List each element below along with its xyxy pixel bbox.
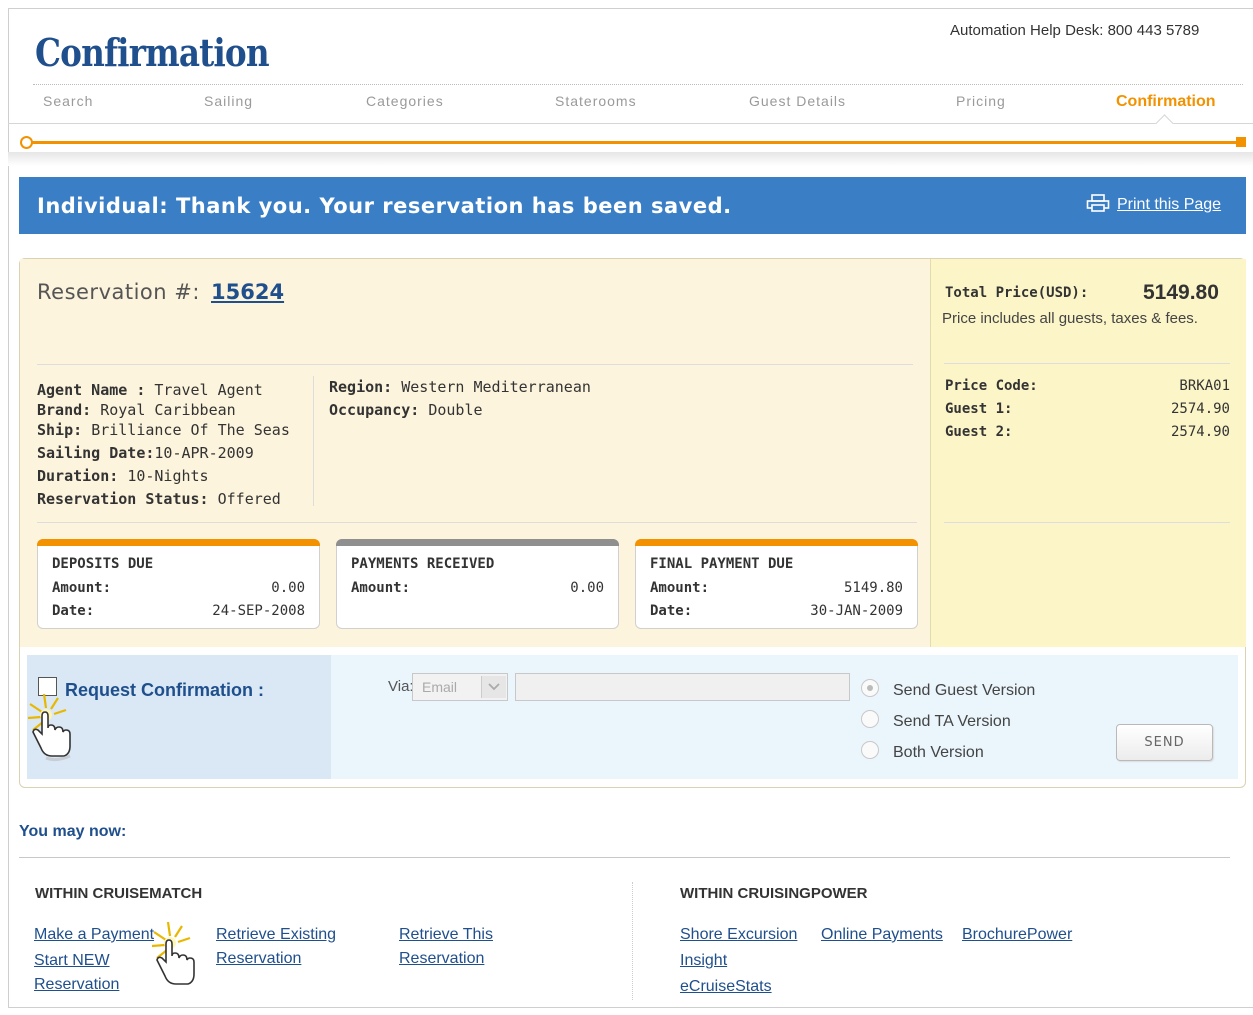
detail-region: Region: Western Mediterranean <box>329 378 591 396</box>
reservation-label: Reservation #: <box>37 280 200 304</box>
details-bottom-divider <box>37 522 917 523</box>
deposit-date-row: Date: 24-SEP-2008 <box>52 603 305 619</box>
detail-brand: Brand: Royal Caribbean <box>37 401 236 419</box>
via-label: Via: <box>388 678 414 695</box>
deposit-amount-row: Amount: 0.00 <box>52 580 305 596</box>
price-divider <box>944 363 1230 364</box>
payments-received-card: PAYMENTS RECEIVED Amount: 0.00 <box>336 539 619 629</box>
start-new-reservation-link[interactable]: Start NEW Reservation <box>34 949 134 997</box>
header-divider <box>33 84 1243 85</box>
progress-start-marker <box>20 136 33 149</box>
reservation-divider <box>37 364 913 365</box>
guest-1-price-row: Guest 1: 2574.90 <box>945 401 1230 417</box>
retrieve-this-reservation-link[interactable]: Retrieve This Reservation <box>399 923 509 971</box>
reservation-number-link[interactable]: 15624 <box>211 280 284 304</box>
detail-agent-name: Agent Name : Travel Agent <box>37 381 263 399</box>
detail-sailing-date: Sailing Date:10-APR-2009 <box>37 444 254 462</box>
sections-divider <box>632 882 633 1000</box>
make-payment-link[interactable]: Make a Payment <box>34 923 154 947</box>
step-staterooms[interactable]: Staterooms <box>555 93 637 109</box>
total-price-value: 5149.80 <box>1143 281 1219 304</box>
final-payment-due-card: FINAL PAYMENT DUE Amount: 5149.80 Date: 30… <box>635 539 918 629</box>
step-guest-details[interactable]: Guest Details <box>749 93 846 109</box>
radio-send-guest-version[interactable] <box>861 679 879 697</box>
card-title: FINAL PAYMENT DUE <box>650 556 794 572</box>
chevron-down-icon[interactable] <box>481 676 506 698</box>
shore-excursion-link[interactable]: Shore Excursion <box>680 923 797 947</box>
step-sailing[interactable]: Sailing <box>204 93 253 109</box>
banner-message: Individual: Thank you. Your reservation … <box>37 194 732 218</box>
card-title: DEPOSITS DUE <box>52 556 154 572</box>
brochurepower-link[interactable]: BrochurePower <box>962 923 1072 947</box>
online-payments-link[interactable]: Online Payments <box>821 923 943 947</box>
price-code-row: Price Code: BRKA01 <box>945 378 1230 394</box>
radio-label-guest-version[interactable]: Send Guest Version <box>893 682 1035 700</box>
card-accent-bar <box>635 539 918 546</box>
step-categories[interactable]: Categories <box>366 93 444 109</box>
radio-send-ta-version[interactable] <box>861 710 879 728</box>
progress-end-marker <box>1236 137 1246 147</box>
send-button[interactable]: SEND <box>1116 724 1213 761</box>
you-may-now-divider <box>19 857 1230 858</box>
card-accent-bar <box>37 539 320 546</box>
guest-2-price-row: Guest 2: 2574.90 <box>945 424 1230 440</box>
email-input[interactable] <box>515 673 850 701</box>
nav-separator <box>8 123 1253 124</box>
step-confirmation: Confirmation <box>1116 93 1216 110</box>
detail-ship: Ship: Brilliance Of The Seas <box>37 421 290 439</box>
print-page-link[interactable]: Print this Page <box>1117 196 1221 214</box>
pointer-hand-icon <box>26 690 86 762</box>
detail-duration: Duration: 10-Nights <box>37 467 209 485</box>
page-title: Confirmation <box>35 30 270 75</box>
within-cruisematch-title: WITHIN CRUISEMATCH <box>35 885 203 902</box>
step-search[interactable]: Search <box>43 93 93 109</box>
final-amount-row: Amount: 5149.80 <box>650 580 903 596</box>
radio-label-both-version[interactable]: Both Version <box>893 744 984 762</box>
total-price-label: Total Price(USD): <box>945 285 1089 301</box>
printer-icon[interactable] <box>1086 194 1110 217</box>
pointer-hand-icon <box>150 918 210 988</box>
via-select-value: Email <box>422 679 458 695</box>
retrieve-existing-reservation-link[interactable]: Retrieve Existing Reservation <box>216 923 356 971</box>
help-desk-phone: Automation Help Desk: 800 443 5789 <box>950 22 1200 39</box>
insight-link[interactable]: Insight <box>680 949 727 973</box>
step-pricing[interactable]: Pricing <box>956 93 1006 109</box>
deposits-due-card: DEPOSITS DUE Amount: 0.00 Date: 24-SEP-200… <box>37 539 320 629</box>
card-accent-bar <box>336 539 619 546</box>
radio-both-version[interactable] <box>861 741 879 759</box>
request-confirmation-label[interactable]: Request Confirmation : <box>65 680 264 701</box>
details-column-divider <box>313 376 314 506</box>
price-note: Price includes all guests, taxes & fees. <box>942 310 1198 327</box>
card-title: PAYMENTS RECEIVED <box>351 556 495 572</box>
within-cruisingpower-title: WITHIN CRUISINGPOWER <box>680 885 868 902</box>
detail-occupancy: Occupancy: Double <box>329 401 483 419</box>
radio-label-ta-version[interactable]: Send TA Version <box>893 713 1011 731</box>
detail-reservation-status: Reservation Status: Offered <box>37 490 281 508</box>
header-shadow <box>8 152 1253 166</box>
you-may-now-heading: You may now: <box>19 823 127 840</box>
price-bottom-divider <box>944 522 1230 523</box>
final-date-row: Date: 30-JAN-2009 <box>650 603 903 619</box>
ecruisestats-link[interactable]: eCruiseStats <box>680 975 772 999</box>
progress-bar <box>24 141 1242 144</box>
payment-amount-row: Amount: 0.00 <box>351 580 604 596</box>
